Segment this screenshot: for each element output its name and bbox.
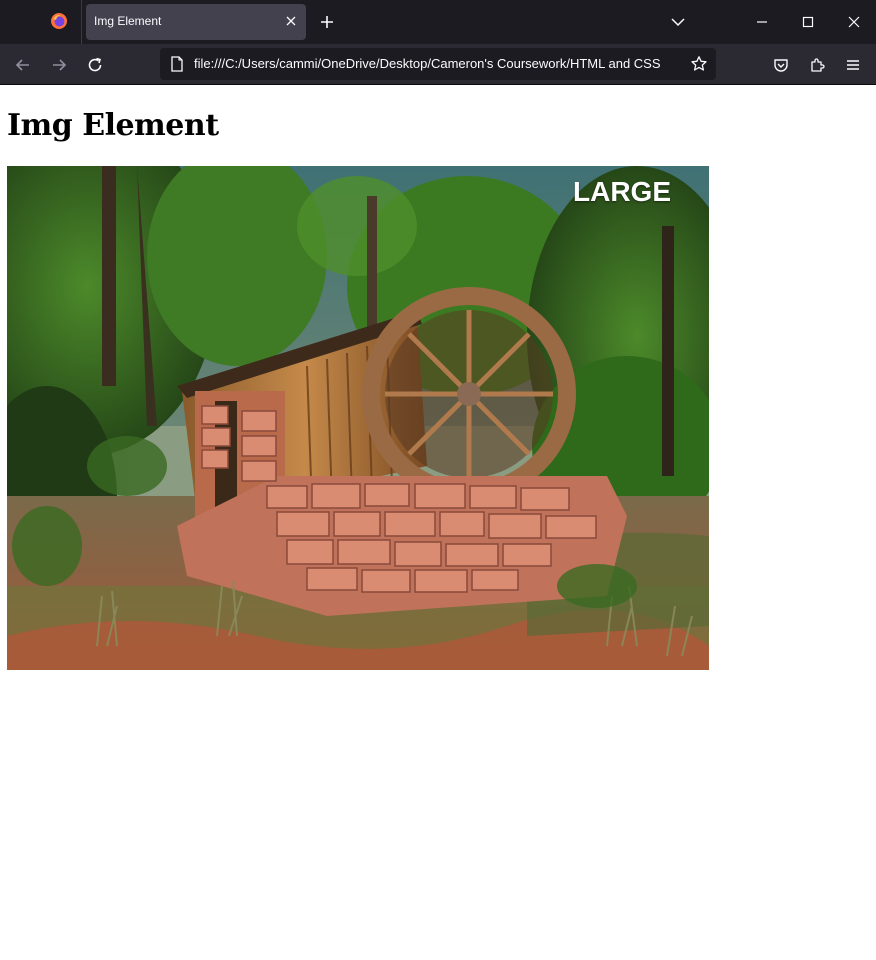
hamburger-menu-icon[interactable] — [844, 56, 862, 74]
minimize-icon[interactable] — [754, 14, 770, 30]
close-window-icon[interactable] — [846, 14, 862, 30]
close-tab-icon[interactable] — [284, 14, 298, 28]
firefox-logo-icon[interactable] — [50, 12, 68, 30]
new-tab-icon[interactable] — [318, 13, 336, 31]
maximize-icon[interactable] — [800, 14, 816, 30]
reload-icon[interactable] — [86, 56, 104, 74]
extensions-puzzle-icon[interactable] — [808, 56, 826, 74]
bookmark-star-icon[interactable] — [690, 55, 708, 73]
tab-bar: Img Element — [0, 0, 876, 44]
url-text[interactable]: file:///C:/Users/cammi/OneDrive/Desktop/… — [194, 56, 684, 71]
tab-img-element[interactable]: Img Element — [86, 4, 306, 40]
stone-mill-waterwheel-image: LARGE — [7, 166, 709, 670]
waterwheel-photo-illustration — [7, 166, 709, 670]
image-size-label: LARGE — [573, 176, 671, 207]
tab-title: Img Element — [94, 14, 162, 28]
chevron-down-icon[interactable] — [670, 14, 686, 30]
pocket-icon[interactable] — [772, 56, 790, 74]
forward-arrow-icon[interactable] — [50, 56, 68, 74]
tab-separator — [81, 0, 82, 44]
navigation-toolbar: file:///C:/Users/cammi/OneDrive/Desktop/… — [0, 44, 876, 85]
back-arrow-icon[interactable] — [14, 56, 32, 74]
address-bar[interactable]: file:///C:/Users/cammi/OneDrive/Desktop/… — [160, 48, 716, 80]
page-heading: Img Element — [7, 108, 219, 143]
page-icon — [171, 56, 183, 72]
page-content: Img Element LARGE — [0, 85, 876, 960]
waterwheel — [362, 287, 576, 501]
